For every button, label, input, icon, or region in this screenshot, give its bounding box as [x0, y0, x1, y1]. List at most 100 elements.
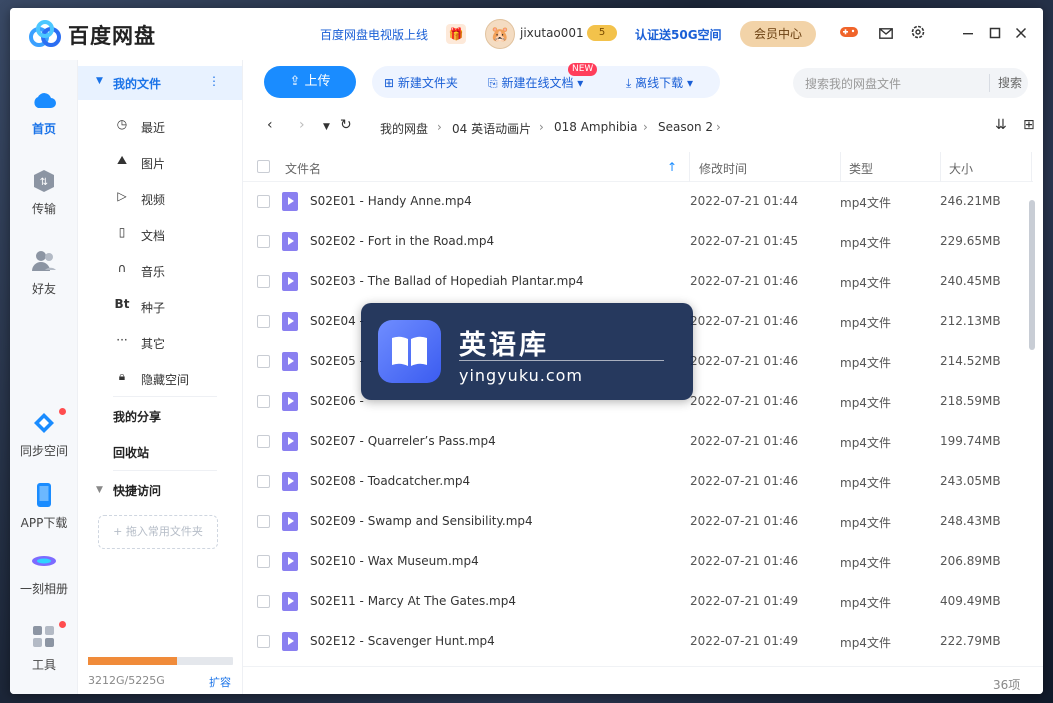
- history-dropdown-icon[interactable]: ▼: [323, 122, 330, 132]
- search-box[interactable]: 搜索我的网盘文件 搜索: [793, 68, 1028, 98]
- breadcrumb-item[interactable]: 04 英语动画片: [452, 120, 531, 137]
- sort-ascending-icon[interactable]: ↑: [667, 160, 677, 174]
- expand-storage-link[interactable]: 扩容: [209, 674, 231, 690]
- tv-notice-link[interactable]: 百度网盘电视版上线: [320, 26, 428, 43]
- breadcrumb-item[interactable]: 我的网盘: [380, 120, 428, 137]
- sidebar-item-images[interactable]: ⛰ 图片: [113, 151, 233, 175]
- mail-icon[interactable]: [874, 22, 898, 46]
- caret-down-icon[interactable]: ▼: [96, 76, 103, 86]
- row-checkbox[interactable]: [257, 515, 270, 528]
- row-checkbox[interactable]: [257, 355, 270, 368]
- table-row[interactable]: S02E08 - Toadcatcher.mp4 2022-07-21 01:46…: [243, 462, 1033, 502]
- table-row[interactable]: S02E03 - The Ballad of Hopediah Plantar.…: [243, 262, 1033, 302]
- file-name[interactable]: S02E09 - Swamp and Sensibility.mp4: [310, 514, 533, 528]
- avatar[interactable]: 🐹: [485, 19, 515, 49]
- file-name[interactable]: S02E05 -: [310, 354, 364, 368]
- offline-download-button[interactable]: ⤓ 离线下载 ▾: [626, 74, 693, 91]
- row-checkbox[interactable]: [257, 475, 270, 488]
- table-row[interactable]: S02E07 - Quarreler’s Pass.mp4 2022-07-21 …: [243, 422, 1033, 462]
- search-button[interactable]: 搜索: [989, 74, 1022, 92]
- rail-item-app-download[interactable]: APP下载: [10, 482, 78, 531]
- chevron-down-icon: ▾: [577, 76, 584, 90]
- grid-view-icon[interactable]: ⊞: [1023, 117, 1035, 133]
- forward-icon[interactable]: ›: [299, 117, 305, 133]
- file-name[interactable]: S02E10 - Wax Museum.mp4: [310, 554, 479, 568]
- file-name[interactable]: S02E01 - Handy Anne.mp4: [310, 194, 472, 208]
- row-checkbox[interactable]: [257, 555, 270, 568]
- vip-level: 5: [598, 27, 606, 38]
- minimize-icon[interactable]: [956, 22, 980, 46]
- file-name[interactable]: S02E06 -: [310, 394, 364, 408]
- row-checkbox[interactable]: [257, 595, 270, 608]
- select-all-checkbox[interactable]: [257, 160, 270, 173]
- column-modified[interactable]: 修改时间: [699, 160, 747, 177]
- rail-item-sync-space[interactable]: 同步空间: [10, 408, 78, 459]
- sidebar-item-recent[interactable]: ◷ 最近: [113, 115, 233, 139]
- table-row[interactable]: S02E10 - Wax Museum.mp4 2022-07-21 01:46 m…: [243, 542, 1033, 582]
- new-folder-button[interactable]: ⊞ 新建文件夹: [384, 74, 458, 91]
- sidebar-item-torrents[interactable]: Bt 种子: [113, 295, 233, 319]
- sidebar-item-other[interactable]: ··· 其它: [113, 331, 233, 355]
- file-type: mp4文件: [840, 356, 891, 370]
- scrollbar-thumb[interactable]: [1029, 200, 1035, 350]
- caret-down-icon[interactable]: ▼: [96, 485, 103, 495]
- file-name[interactable]: S02E07 - Quarreler’s Pass.mp4: [310, 434, 496, 448]
- file-name[interactable]: S02E03 - The Ballad of Hopediah Plantar.…: [310, 274, 584, 288]
- row-checkbox[interactable]: [257, 635, 270, 648]
- more-vertical-icon[interactable]: ⋮: [208, 74, 220, 88]
- new-online-doc-button[interactable]: ⎘ 新建在线文档 ▾: [488, 74, 583, 91]
- sidebar-item-music[interactable]: ∩ 音乐: [113, 259, 233, 283]
- file-name[interactable]: S02E08 - Toadcatcher.mp4: [310, 474, 470, 488]
- gift-icon[interactable]: 🎁: [446, 24, 466, 44]
- sidebar-item-hidden-space[interactable]: 🔒︎ 隐藏空间: [113, 367, 233, 391]
- file-name[interactable]: S02E12 - Scavenger Hunt.mp4: [310, 634, 495, 648]
- cloud-home-icon: [34, 93, 56, 108]
- table-row[interactable]: S02E01 - Handy Anne.mp4 2022-07-21 01:44 m…: [243, 182, 1033, 222]
- row-checkbox[interactable]: [257, 435, 270, 448]
- search-input[interactable]: 搜索我的网盘文件: [805, 75, 901, 92]
- file-name[interactable]: S02E02 - Fort in the Road.mp4: [310, 234, 494, 248]
- back-icon[interactable]: ‹: [267, 117, 273, 133]
- sidebar-item-label: 音乐: [141, 265, 166, 279]
- file-name[interactable]: S02E11 - Marcy At The Gates.mp4: [310, 594, 516, 608]
- sidebar-my-share[interactable]: 我的分享: [113, 408, 161, 425]
- sidebar-item-videos[interactable]: ▷ 视频: [113, 187, 233, 211]
- quick-access-drop-zone[interactable]: + 拖入常用文件夹: [98, 515, 218, 549]
- row-checkbox[interactable]: [257, 275, 270, 288]
- close-icon[interactable]: [1009, 22, 1033, 46]
- rail-item-home[interactable]: 首页: [10, 88, 78, 137]
- upload-button[interactable]: ⇪ 上传: [264, 66, 356, 98]
- row-checkbox[interactable]: [257, 395, 270, 408]
- sidebar-recycle-bin[interactable]: 回收站: [113, 444, 149, 461]
- row-checkbox[interactable]: [257, 195, 270, 208]
- certification-link[interactable]: 认证送50G空间: [635, 26, 722, 43]
- maximize-icon[interactable]: [983, 22, 1007, 46]
- sort-icon[interactable]: ⇊: [995, 117, 1007, 133]
- game-controller-icon[interactable]: [837, 22, 861, 46]
- sidebar-item-documents[interactable]: ▯ 文档: [113, 223, 233, 247]
- column-size[interactable]: 大小: [949, 160, 973, 177]
- rail-item-tools[interactable]: 工具: [10, 621, 78, 673]
- vip-badge[interactable]: 5: [587, 25, 617, 41]
- username[interactable]: jixutao001: [520, 26, 584, 40]
- table-row[interactable]: S02E12 - Scavenger Hunt.mp4 2022-07-21 01…: [243, 622, 1033, 662]
- sidebar-my-files-label: 我的文件: [113, 77, 162, 91]
- column-type[interactable]: 类型: [849, 160, 873, 177]
- refresh-icon[interactable]: ↻: [340, 117, 352, 133]
- sidebar-quick-access[interactable]: 快捷访问: [113, 482, 161, 499]
- sidebar-my-files[interactable]: ▼ 我的文件 ⋮: [78, 66, 242, 100]
- column-name[interactable]: 文件名: [285, 160, 321, 177]
- row-checkbox[interactable]: [257, 315, 270, 328]
- table-row[interactable]: S02E09 - Swamp and Sensibility.mp4 2022-0…: [243, 502, 1033, 542]
- file-name[interactable]: S02E04 -: [310, 314, 364, 328]
- rail-item-album[interactable]: 一刻相册: [10, 548, 78, 597]
- settings-gear-icon[interactable]: [906, 22, 930, 46]
- rail-item-friends[interactable]: 好友: [10, 248, 78, 297]
- table-row[interactable]: S02E02 - Fort in the Road.mp4 2022-07-21 …: [243, 222, 1033, 262]
- breadcrumb-item[interactable]: 018 Amphibia: [554, 120, 637, 134]
- row-checkbox[interactable]: [257, 235, 270, 248]
- breadcrumb-item[interactable]: Season 2: [658, 120, 713, 134]
- table-row[interactable]: S02E11 - Marcy At The Gates.mp4 2022-07-2…: [243, 582, 1033, 622]
- member-center-button[interactable]: 会员中心: [740, 21, 816, 47]
- rail-item-transfer[interactable]: ⇅ 传输: [10, 168, 78, 217]
